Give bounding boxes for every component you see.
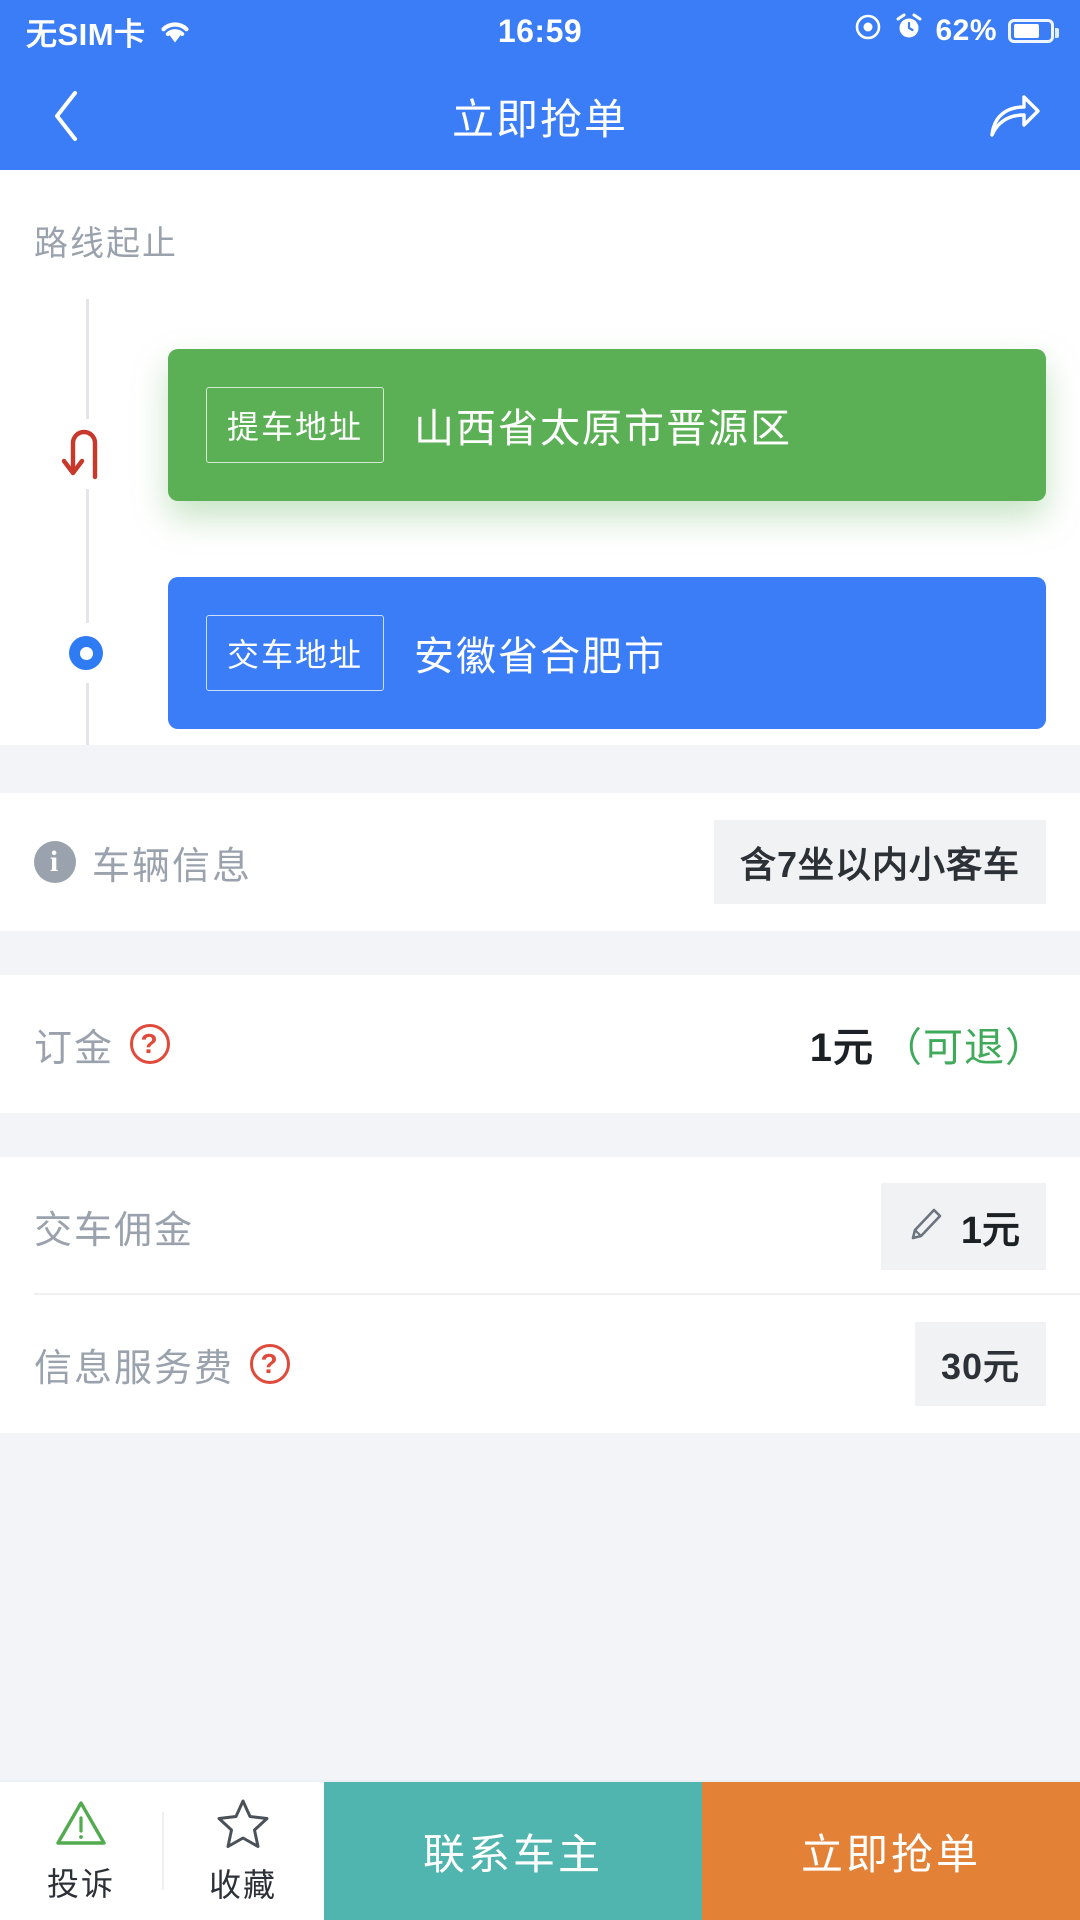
status-bar-right: 62% xyxy=(711,12,1060,50)
vehicle-info-label: 车辆信息 xyxy=(92,845,253,888)
dropoff-address-text: 安徽省合肥市 xyxy=(414,635,667,679)
deposit-value-group: 1元 （可退） xyxy=(810,1015,1046,1073)
pickup-badge: 提车地址 xyxy=(206,387,385,463)
deposit-value: 1元 xyxy=(809,1026,874,1070)
delivery-commission-value: 1元 xyxy=(960,1209,1020,1252)
vehicle-info-value-group: 含7坐以内小客车 xyxy=(713,820,1046,904)
delivery-commission-label-group: 交车佣金 xyxy=(34,1199,194,1254)
info-service-fee-row[interactable]: 信息服务费 ? 30元 xyxy=(0,1295,1080,1433)
battery-percent-label: 62% xyxy=(935,14,998,47)
bottom-action-bar: 投诉 收藏 联系车主 立即抢单 xyxy=(0,1780,1080,1920)
screen-record-icon xyxy=(853,12,883,50)
info-service-fee-value-group: 30元 xyxy=(914,1322,1046,1406)
dropoff-badge: 交车地址 xyxy=(206,615,385,691)
route-timeline: 提车地址 山西省太原市晋源区 交车地址 安徽省合肥市 xyxy=(0,289,1080,745)
favorite-label: 收藏 xyxy=(208,1866,277,1903)
grab-order-button[interactable]: 立即抢单 xyxy=(702,1782,1080,1920)
section-gap-1 xyxy=(0,745,1080,793)
complaint-label: 投诉 xyxy=(46,1865,115,1902)
deposit-label: 订金 xyxy=(34,1027,115,1070)
location-dot-icon xyxy=(56,623,116,683)
page-title: 立即抢单 xyxy=(451,95,628,143)
alarm-clock-icon xyxy=(894,12,924,50)
u-turn-arrow-icon xyxy=(52,419,122,489)
complaint-button[interactable]: 投诉 xyxy=(0,1782,162,1920)
pickup-address-card[interactable]: 提车地址 山西省太原市晋源区 xyxy=(168,349,1046,501)
deposit-row[interactable]: 订金 ? 1元 （可退） xyxy=(0,975,1080,1113)
delivery-commission-label: 交车佣金 xyxy=(34,1209,195,1252)
status-bar-left: 无SIM卡 xyxy=(26,9,369,54)
question-mark-icon[interactable]: ? xyxy=(250,1344,291,1384)
route-section-title: 路线起止 xyxy=(34,225,178,263)
deposit-refund-note: （可退） xyxy=(882,1026,1046,1070)
section-gap-3 xyxy=(0,1113,1080,1157)
pencil-edit-icon xyxy=(907,1205,945,1248)
delivery-commission-value-group: 1元 xyxy=(880,1182,1046,1270)
dot-outer xyxy=(69,636,103,670)
dot-inner xyxy=(79,646,93,660)
carrier-label: 无SIM卡 xyxy=(26,16,146,52)
section-gap-2 xyxy=(0,931,1080,975)
status-bar: 无SIM卡 16:59 62% xyxy=(0,0,1080,62)
vehicle-info-row[interactable]: i 车辆信息 含7坐以内小客车 xyxy=(0,793,1080,931)
question-mark-icon[interactable]: ? xyxy=(130,1024,171,1064)
status-bar-time: 16:59 xyxy=(497,12,583,49)
pickup-address-text: 山西省太原市晋源区 xyxy=(414,407,793,451)
deposit-label-group: 订金 ? xyxy=(34,1017,171,1072)
vehicle-info-label-group: i 车辆信息 xyxy=(34,835,252,890)
app-screen: 无SIM卡 16:59 62% 立即抢单 路线起止 提车地址 山西省太原市晋源区… xyxy=(0,0,1080,1920)
share-button[interactable] xyxy=(982,84,1046,148)
star-outline-icon xyxy=(216,1797,270,1854)
dropoff-address-card[interactable]: 交车地址 安徽省合肥市 xyxy=(168,577,1046,729)
contact-owner-button[interactable]: 联系车主 xyxy=(324,1782,702,1920)
nav-bar: 立即抢单 xyxy=(0,62,1080,170)
delivery-commission-row[interactable]: 交车佣金 1元 xyxy=(0,1157,1080,1295)
vehicle-info-value: 含7坐以内小客车 xyxy=(713,820,1046,904)
info-service-fee-label-group: 信息服务费 ? xyxy=(34,1337,291,1392)
back-button[interactable] xyxy=(34,84,98,148)
battery-icon xyxy=(1008,19,1060,43)
delivery-commission-edit-tag[interactable]: 1元 xyxy=(880,1182,1046,1270)
info-service-fee-value: 30元 xyxy=(914,1322,1046,1406)
warning-triangle-icon xyxy=(54,1798,108,1853)
favorite-button[interactable]: 收藏 xyxy=(162,1782,324,1920)
route-section: 路线起止 提车地址 山西省太原市晋源区 交车地址 安徽省合肥市 xyxy=(0,170,1080,745)
info-circle-icon: i xyxy=(34,841,76,883)
info-service-fee-label: 信息服务费 xyxy=(34,1347,235,1390)
wifi-icon xyxy=(158,18,192,44)
